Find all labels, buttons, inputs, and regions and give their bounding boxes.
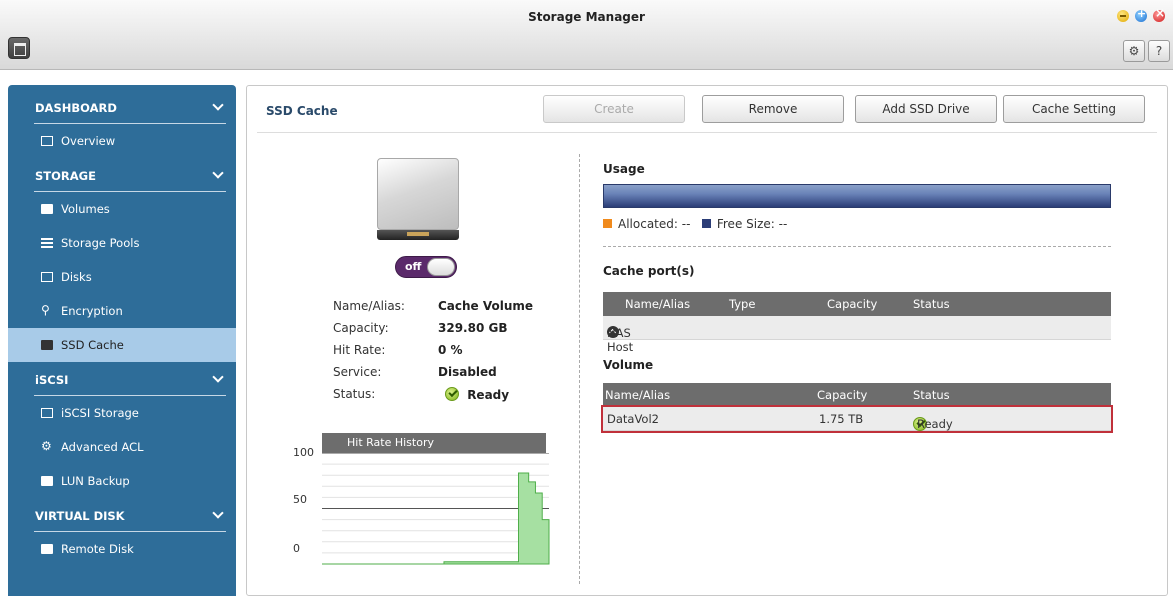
ssd-drive-icon [377,158,459,240]
remote-disk-icon [41,544,53,554]
sidebar-item-encryption[interactable]: ⚲ Encryption [8,294,236,328]
sidebar-item-disks[interactable]: Disks [8,260,236,294]
close-icon[interactable] [1153,6,1165,22]
free-size-label: Free Size: -- [716,217,788,231]
help-button[interactable]: ? [1148,40,1170,62]
cache-ports-title: Cache port(s) [603,264,695,278]
table-row[interactable]: DataVol2 1.75 TB Ready [601,405,1113,433]
check-icon [445,387,459,401]
divider [257,132,1157,133]
ssd-cache-icon [41,340,53,350]
sidebar-item-storage-pools[interactable]: Storage Pools [8,226,236,260]
lun-backup-icon [41,476,53,486]
allocated-swatch [603,219,612,228]
usage-bar [603,184,1111,208]
sidebar-item-overview[interactable]: Overview [8,124,236,158]
chevron-down-icon [212,371,224,383]
table-row[interactable]: NAS Host [603,316,1111,354]
sidebar-item-lun-backup[interactable]: LUN Backup [8,464,236,498]
column-divider [579,154,580,584]
storage-pool-icon [41,238,53,248]
title-bar: Storage Manager ⚙ ? [0,0,1173,70]
free-size-swatch [701,219,711,228]
iscsi-storage-icon [41,408,53,418]
cache-ports-table: Name/Alias Type Capacity Status NAS Host [603,292,1111,354]
gear-icon: ⚙ [1128,44,1140,58]
sidebar: DASHBOARD Overview STORAGE Volumes Stora… [8,85,236,596]
window-title: Storage Manager [528,10,645,24]
sidebar-item-iscsi-storage[interactable]: iSCSI Storage [8,396,236,430]
cache-setting-button[interactable]: Cache Setting [1003,95,1145,123]
page-title: SSD Cache [266,104,338,118]
create-button[interactable]: Create [543,95,685,123]
usage-title: Usage [603,162,645,176]
y-tick-0: 0 [293,542,300,555]
sidebar-group-iscsi[interactable]: iSCSI [8,362,236,396]
table-header: Name/Alias Type Capacity Status [603,292,1111,316]
overview-icon [41,136,53,146]
sidebar-group-virtual-disk[interactable]: VIRTUAL DISK [8,498,236,532]
y-tick-50: 50 [293,493,307,506]
property-name: Name/Alias: Cache Volume [333,299,534,313]
property-service: Service: Disabled [333,365,497,379]
divider [603,246,1111,247]
property-capacity: Capacity: 329.80 GB [333,321,508,335]
status-value: Ready [917,417,953,431]
sidebar-group-storage[interactable]: STORAGE [8,158,236,192]
usage-legend: Allocated: -- Free Size: -- [603,217,787,231]
toggle-knob [427,258,455,276]
sidebar-item-volumes[interactable]: Volumes [8,192,236,226]
status-value: Ready [467,388,510,402]
maximize-icon[interactable] [1135,7,1147,22]
hit-rate-history-header: Hit Rate History [322,433,546,453]
table-header: Name/Alias Capacity Status [603,383,1111,407]
settings-button[interactable]: ⚙ [1123,40,1145,62]
chevron-down-icon [212,99,224,111]
sidebar-group-dashboard[interactable]: DASHBOARD [8,90,236,124]
sidebar-item-advanced-acl[interactable]: ⚙ Advanced ACL [8,430,236,464]
volume-icon [41,204,53,214]
hit-rate-chart: 100 50 0 [287,446,552,569]
property-status: Status: Ready [333,387,510,402]
sidebar-item-remote-disk[interactable]: Remote Disk [8,532,236,566]
remove-button[interactable]: Remove [702,95,844,123]
chevron-down-icon [212,507,224,519]
volume-table: Name/Alias Capacity Status DataVol2 1.75… [601,383,1113,433]
chevron-down-icon [212,167,224,179]
allocated-label: Allocated: -- [618,217,691,231]
app-menu-icon[interactable] [8,37,30,59]
disk-icon [41,272,53,282]
hit-rate-chart-svg [322,452,550,565]
gear-icon: ⚙ [41,439,52,453]
ssd-cache-panel: SSD Cache Create Remove Add SSD Drive Ca… [246,85,1168,596]
property-hit-rate: Hit Rate: 0 % [333,343,463,357]
cache-toggle[interactable]: off [395,256,457,278]
add-ssd-drive-button[interactable]: Add SSD Drive [855,95,997,123]
y-tick-100: 100 [293,446,314,459]
key-icon: ⚲ [41,303,50,317]
volume-title: Volume [603,358,654,372]
help-icon: ? [1155,44,1163,58]
minimize-icon[interactable] [1117,10,1129,22]
sidebar-item-ssd-cache[interactable]: SSD Cache [8,328,236,362]
